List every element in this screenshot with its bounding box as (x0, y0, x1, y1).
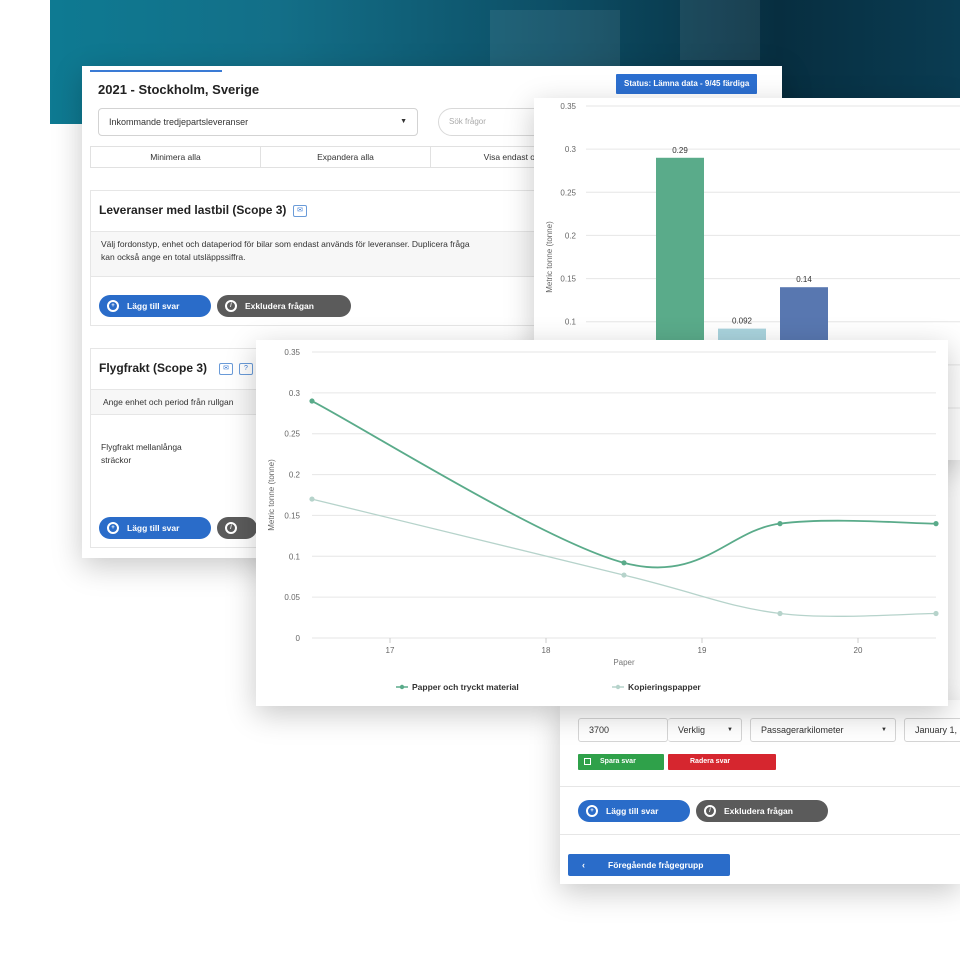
button-label: Föregående frågegrupp (608, 860, 704, 870)
comment-icon[interactable]: ✉ (219, 363, 233, 375)
chevron-down-icon: ▼ (881, 727, 887, 733)
status-badge[interactable]: Status: Lämna data - 9/45 färdiga (616, 74, 758, 94)
y-tick-label: 0 (296, 634, 301, 643)
legend-marker (615, 684, 621, 690)
x-tick-label: 18 (542, 646, 551, 655)
y-tick-label: 0.2 (289, 471, 301, 480)
x-tick-label: 20 (854, 646, 863, 655)
y-tick-label: 0.25 (560, 188, 576, 197)
x-axis-label: Paper (613, 658, 635, 667)
unit-select[interactable]: Passagerarkilometer ▼ (750, 718, 896, 742)
section-title: Flygfrakt (Scope 3) (99, 361, 208, 375)
row-label-line: Flygfrakt mellanlånga (101, 442, 182, 452)
question-icon[interactable]: ? (239, 363, 253, 375)
quantity-type-value: Verklig (678, 725, 706, 735)
bar-data-label: 0.092 (732, 317, 753, 326)
active-tab-indicator (90, 70, 222, 72)
y-tick-label: 0.25 (284, 430, 300, 439)
y-tick-label: 0.3 (565, 145, 577, 154)
chevron-down-icon: ▼ (400, 118, 407, 125)
data-point (621, 572, 627, 578)
add-answer-button[interactable]: + Lägg till svar (99, 295, 211, 317)
y-tick-label: 0.35 (560, 102, 576, 111)
collapse-all-button[interactable]: Minimera alla (91, 147, 261, 167)
row-label-line: sträckor (101, 455, 132, 465)
button-label: Exkludera frågan (245, 301, 314, 311)
ban-icon: / (704, 805, 716, 817)
y-tick-label: 0.15 (284, 511, 300, 520)
button-label: Radera svar (690, 758, 731, 765)
y-tick-label: 0.15 (560, 275, 576, 284)
line-chart-panel: 0 0.05 0.1 0.15 0.2 0.25 0.3 0.35 17 18 19 20 Paper M… (256, 340, 948, 706)
add-answer-button[interactable]: + Lägg till svar (99, 517, 211, 539)
legend-label: Kopieringspapper (628, 682, 701, 692)
app-screenshot: 2021 - Stockholm, Sverige Status: Lämna … (0, 0, 960, 960)
date-input[interactable]: January 1, (904, 718, 960, 742)
plus-circle-icon: + (107, 522, 119, 534)
legend-marker (399, 684, 405, 690)
bar-data-label: 0.14 (796, 275, 812, 284)
chevron-left-icon: ‹ (582, 860, 585, 870)
divider (560, 834, 960, 835)
add-answer-button[interactable]: + Lägg till svar (578, 800, 690, 822)
quantity-input[interactable]: 3700 (578, 718, 668, 742)
comment-icon[interactable]: ✉ (293, 205, 307, 217)
unit-value: Passagerarkilometer (761, 725, 844, 735)
series-line (311, 498, 937, 617)
chevron-down-icon: ▼ (727, 727, 733, 733)
button-label: Exkludera frågan (724, 806, 793, 816)
y-tick-label: 0.1 (565, 318, 577, 327)
page-title: 2021 - Stockholm, Sverige (98, 82, 260, 97)
exclude-question-button[interactable]: / Exkludera frågan (696, 800, 828, 822)
y-axis-label: Metric tonne (tonne) (545, 221, 554, 293)
button-label: Spara svar (600, 758, 636, 765)
y-tick-label: 0.1 (289, 552, 301, 561)
data-point (309, 496, 315, 502)
expand-all-button[interactable]: Expandera alla (261, 147, 431, 167)
data-point (933, 610, 939, 617)
y-tick-label: 0.3 (289, 389, 301, 398)
button-label: Lägg till svar (606, 806, 659, 816)
save-icon (584, 758, 591, 765)
line-chart: 0 0.05 0.1 0.15 0.2 0.25 0.3 0.35 17 18 19 20 Paper M… (267, 348, 939, 692)
ban-icon: / (225, 300, 237, 312)
button-label: Lägg till svar (127, 523, 180, 533)
ban-icon: / (225, 522, 237, 534)
data-point (309, 398, 315, 404)
divider (560, 786, 960, 787)
save-answer-button[interactable]: Spara svar (578, 754, 664, 770)
answer-form-panel: 3700 Verklig ▼ Passagerarkilometer ▼ Jan… (560, 700, 960, 884)
data-point (933, 521, 939, 527)
row-label: Flygfrakt mellanlånga sträckor (101, 441, 182, 467)
y-tick-label: 0.2 (565, 231, 577, 240)
data-point (777, 610, 783, 617)
plus-circle-icon: + (586, 805, 598, 817)
category-dropdown[interactable]: Inkommande tredjepartsleveranser ▼ (98, 108, 418, 136)
series-line (311, 400, 937, 569)
y-axis-label: Metric tonne (tonne) (267, 459, 276, 531)
plus-circle-icon: + (107, 300, 119, 312)
x-tick-label: 19 (698, 646, 707, 655)
delete-answer-button[interactable]: Radera svar (668, 754, 776, 770)
x-tick-label: 17 (386, 646, 395, 655)
quantity-type-select[interactable]: Verklig ▼ (668, 718, 742, 742)
previous-group-button[interactable]: ‹ Föregående frågegrupp (568, 854, 730, 876)
category-dropdown-value: Inkommande tredjepartsleveranser (109, 117, 249, 127)
button-label: Lägg till svar (127, 301, 180, 311)
bar-data-label: 0.29 (672, 146, 688, 155)
y-tick-label: 0.35 (284, 348, 300, 357)
y-tick-label: 0.05 (284, 593, 300, 602)
legend-label: Papper och tryckt material (412, 682, 519, 692)
data-point (777, 521, 783, 527)
data-point (621, 560, 627, 566)
section-title: Leveranser med lastbil (Scope 3) (99, 203, 287, 217)
exclude-question-button[interactable]: / Exkludera frågan (217, 295, 351, 317)
exclude-question-button[interactable]: / (217, 517, 257, 539)
